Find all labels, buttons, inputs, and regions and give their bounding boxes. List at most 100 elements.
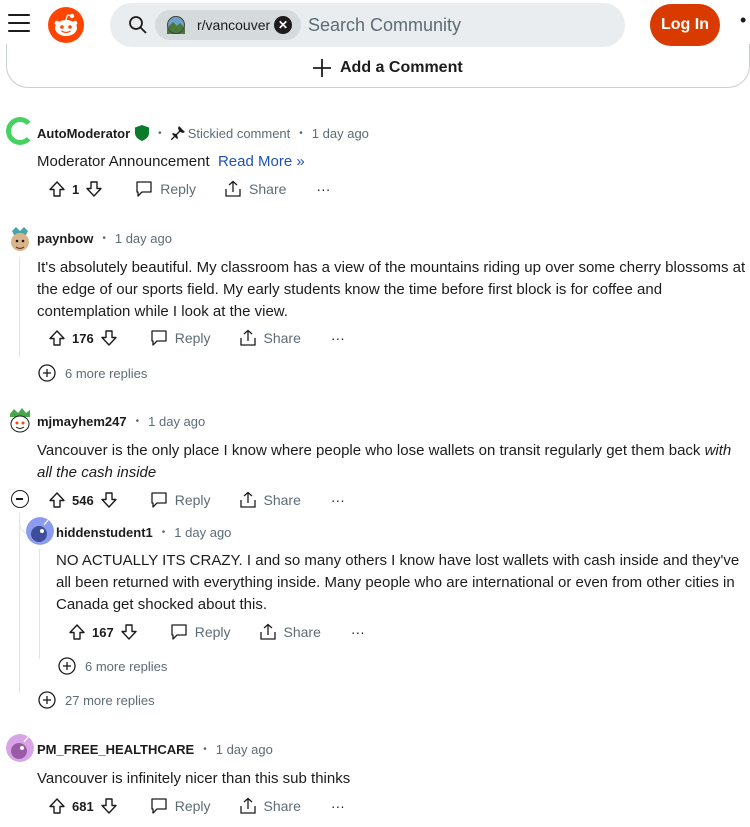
more-options-icon[interactable]: ··· — [331, 798, 345, 814]
thread-line[interactable] — [39, 549, 40, 659]
comment-username[interactable]: AutoModerator — [37, 126, 130, 141]
vote-count: 176 — [72, 330, 94, 346]
downvote-icon[interactable] — [85, 180, 103, 198]
comment-username[interactable]: paynbow — [37, 231, 93, 246]
comment-body: Vancouver is the only place I know where… — [37, 440, 750, 484]
thread-line[interactable] — [19, 513, 20, 693]
upvote-icon[interactable] — [68, 623, 86, 641]
more-replies-label: 6 more replies — [85, 658, 168, 674]
comment-time: 1 day ago — [215, 742, 273, 757]
more-options-icon[interactable]: ··· — [331, 492, 345, 508]
paynbow-avatar[interactable] — [6, 225, 34, 253]
upvote-icon[interactable] — [48, 180, 66, 198]
mjmayhem247-avatar[interactable] — [6, 406, 34, 434]
reply-label: Reply — [194, 624, 231, 640]
expand-plus-icon — [58, 657, 76, 675]
reply-button[interactable]: Reply — [135, 180, 196, 198]
expand-plus-icon — [38, 364, 56, 382]
more-replies-button[interactable]: 27 more replies — [38, 691, 155, 709]
vote-count: 681 — [72, 798, 94, 814]
reply-button[interactable]: Reply — [150, 329, 211, 347]
thread-line[interactable] — [19, 257, 20, 357]
reply-icon — [151, 798, 167, 814]
comment-body: Vancouver is infinitely nicer than this … — [37, 770, 351, 787]
share-button[interactable]: Share — [239, 329, 301, 347]
collapse-thread-icon[interactable] — [11, 490, 29, 508]
reply-label: Reply — [174, 798, 211, 814]
share-label: Share — [263, 492, 301, 508]
comment-actions: 546 Reply Share ··· — [48, 488, 345, 512]
reply-button[interactable]: Reply — [170, 623, 231, 641]
pin-icon — [170, 126, 185, 140]
share-button[interactable]: Share — [239, 491, 301, 509]
comment-username[interactable]: PM_FREE_HEALTHCARE — [37, 742, 194, 757]
upvote-icon[interactable] — [48, 797, 66, 815]
downvote-icon[interactable] — [100, 329, 118, 347]
overflow-menu-icon[interactable]: • — [740, 10, 746, 31]
search-bar[interactable]: r/vancouver ✕ — [110, 3, 625, 47]
reply-button[interactable]: Reply — [150, 797, 211, 815]
comment-body: NO ACTUALLY ITS CRAZY. I and so many oth… — [56, 552, 740, 613]
pm-free-healthcare-avatar[interactable] — [6, 734, 34, 762]
more-replies-button[interactable]: 6 more replies — [58, 657, 167, 675]
more-replies-label: 6 more replies — [65, 365, 148, 381]
login-button[interactable]: Log In — [650, 4, 720, 46]
moderator-shield-icon — [135, 125, 150, 141]
vote-group: 1 — [48, 180, 103, 198]
comment-actions: 176 Reply Share ··· — [48, 326, 345, 350]
downvote-icon[interactable] — [120, 623, 138, 641]
sticky-label: Stickied comment — [187, 125, 291, 141]
more-replies-button[interactable]: 6 more replies — [38, 364, 147, 382]
comment-time: 1 day ago — [114, 231, 172, 246]
downvote-icon[interactable] — [100, 491, 118, 509]
expand-plus-icon — [38, 691, 56, 709]
downvote-icon[interactable] — [100, 797, 118, 815]
share-button[interactable]: Share — [259, 623, 321, 641]
comment-actions: 681 Reply Share ··· — [48, 794, 345, 818]
search-icon — [129, 16, 147, 34]
community-chip: r/vancouver ✕ — [155, 10, 301, 40]
vote-group: 167 — [68, 623, 138, 641]
add-comment-button[interactable]: Add a Comment — [312, 56, 463, 80]
menu-icon[interactable] — [8, 14, 30, 34]
reply-button[interactable]: Reply — [150, 491, 211, 509]
share-icon — [239, 491, 256, 508]
hiddenstudent1-avatar[interactable] — [26, 517, 54, 545]
comment-meta: hiddenstudent1 • 1 day ago — [56, 525, 232, 540]
reply-icon — [171, 624, 187, 640]
comment-username[interactable]: mjmayhem247 — [37, 414, 127, 429]
more-options-icon[interactable]: ··· — [331, 330, 345, 346]
upvote-icon[interactable] — [48, 491, 66, 509]
community-avatar-icon — [167, 16, 185, 34]
more-options-icon[interactable]: ··· — [351, 624, 365, 640]
automoderator-avatar[interactable] — [6, 117, 34, 145]
reply-label: Reply — [174, 330, 211, 346]
reply-label: Reply — [174, 492, 211, 508]
search-input[interactable] — [308, 3, 608, 47]
share-button[interactable]: Share — [239, 797, 301, 815]
more-options-icon[interactable]: ··· — [316, 181, 330, 197]
vote-count: 546 — [72, 492, 94, 508]
vote-group: 681 — [48, 797, 118, 815]
share-icon — [239, 329, 256, 346]
comment-actions: 1 Reply Share ··· — [48, 177, 330, 201]
add-comment-label: Add a Comment — [340, 59, 463, 76]
share-icon — [239, 797, 256, 814]
more-replies-label: 27 more replies — [65, 692, 155, 708]
reply-label: Reply — [160, 181, 197, 197]
comment-time: 1 day ago — [174, 525, 232, 540]
comment-meta: AutoModerator • Stickied comment • 1 day… — [37, 125, 369, 141]
upvote-icon[interactable] — [48, 329, 66, 347]
share-button[interactable]: Share — [224, 180, 286, 198]
reddit-logo-icon[interactable] — [48, 7, 84, 43]
vote-count: 1 — [72, 181, 80, 197]
comment-body: It's absolutely beautiful. My classroom … — [37, 259, 746, 320]
vote-group: 546 — [48, 491, 118, 509]
comment-meta: paynbow • 1 day ago — [37, 231, 172, 246]
comment-body-text: Moderator Announcement — [37, 153, 210, 170]
share-label: Share — [263, 330, 301, 346]
read-more-link[interactable]: Read More » — [218, 153, 305, 170]
comment-username[interactable]: hiddenstudent1 — [56, 525, 153, 540]
vote-group: 176 — [48, 329, 118, 347]
clear-community-icon[interactable]: ✕ — [274, 16, 292, 34]
